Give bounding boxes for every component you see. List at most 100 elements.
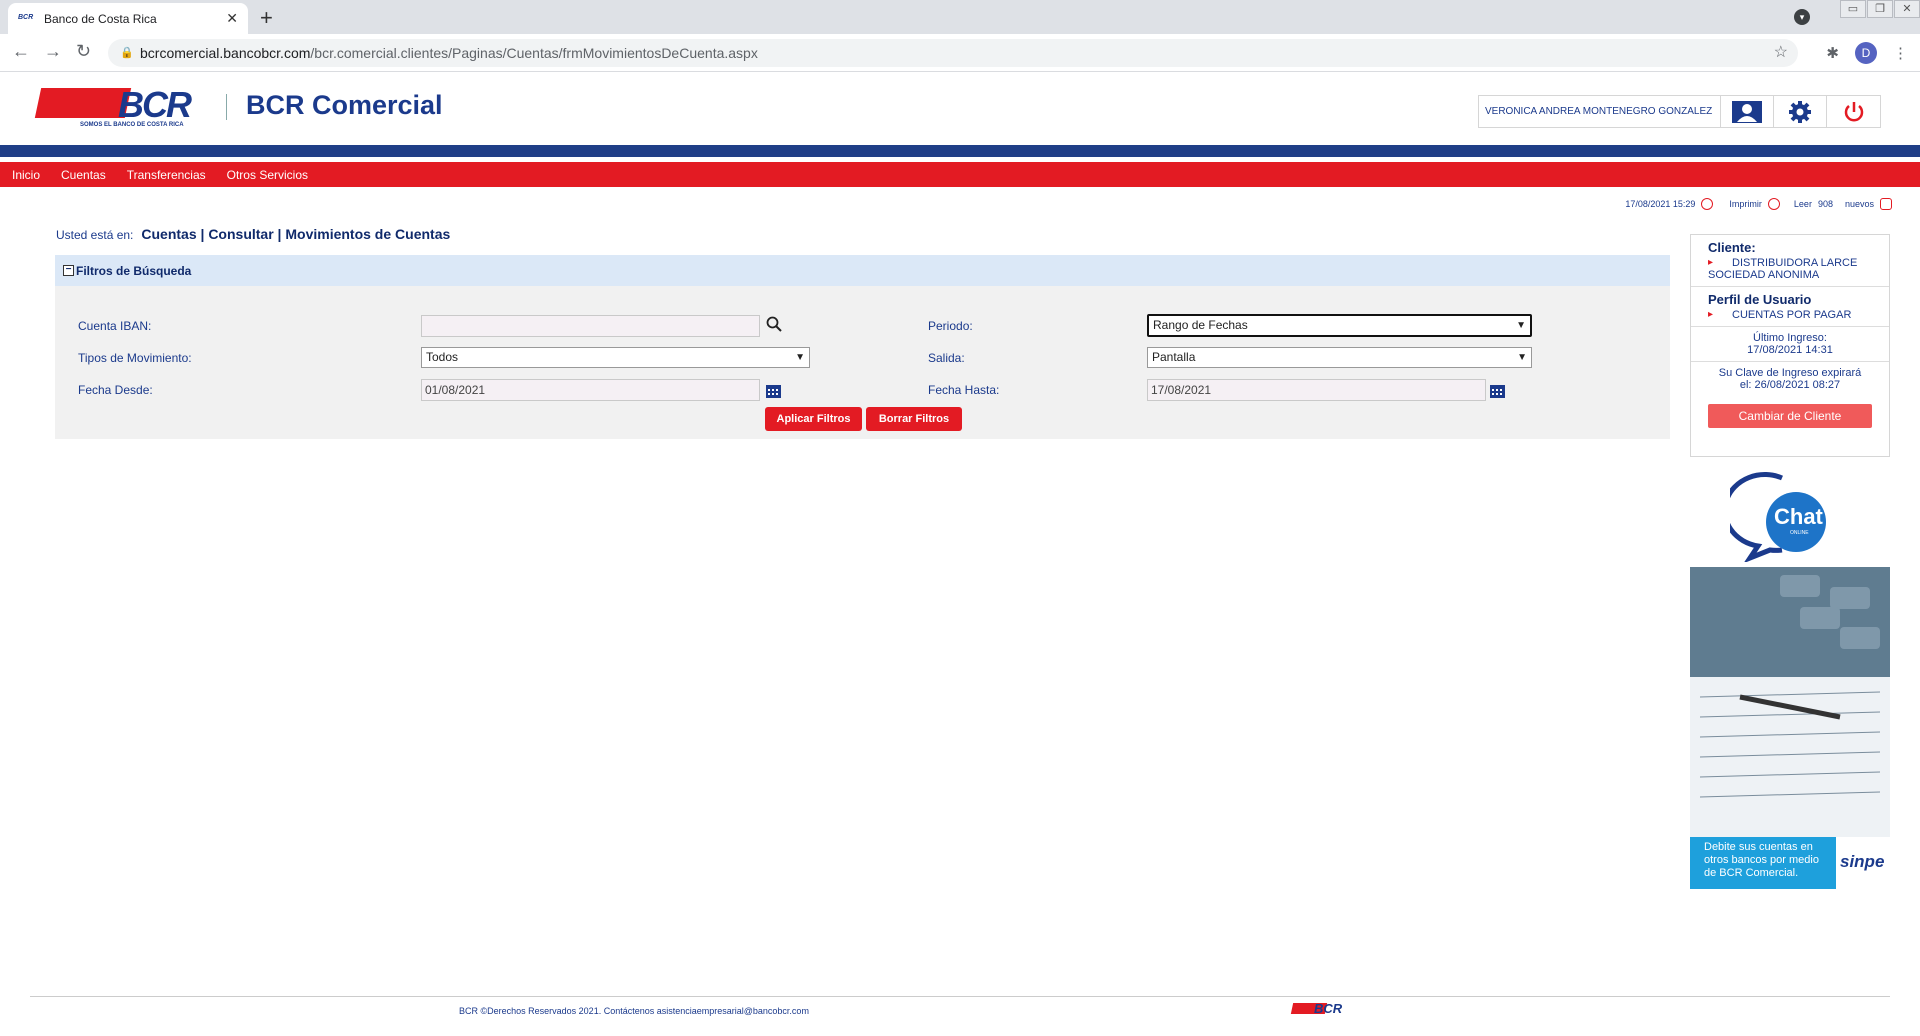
promo-image: [1690, 567, 1890, 837]
change-client-button[interactable]: Cambiar de Cliente: [1708, 404, 1872, 428]
favicon: BCR: [18, 13, 34, 21]
expire-value: el: 26/08/2021 08:27: [1739, 379, 1841, 391]
tipos-select[interactable]: Todos ▼: [421, 347, 810, 368]
iban-label: Cuenta IBAN:: [78, 319, 152, 333]
profile-value: CUENTAS POR PAGAR: [1708, 309, 1872, 321]
promo-banner[interactable]: Debite sus cuentas en otros bancos por m…: [1690, 567, 1890, 889]
main-menu: Inicio Cuentas Transferencias Otros Serv…: [0, 162, 1920, 187]
breadcrumb-path[interactable]: Cuentas | Consultar | Movimientos de Cue…: [141, 226, 450, 242]
promo-caption: Debite sus cuentas en otros bancos por m…: [1690, 837, 1890, 889]
read-link[interactable]: Leer: [1794, 199, 1812, 209]
bcr-logo[interactable]: BCR SOMOS EL BANCO DE COSTA RICA: [34, 84, 200, 130]
profile-section: Perfil de Usuario CUENTAS POR PAGAR: [1691, 287, 1889, 327]
close-window-icon[interactable]: ✕: [1894, 0, 1920, 18]
apply-filters-button[interactable]: Aplicar Filtros: [765, 407, 862, 431]
print-icon[interactable]: [1767, 198, 1780, 210]
gear-icon: [1789, 100, 1811, 123]
last-login-label: Último Ingreso:: [1753, 332, 1827, 344]
user-name: VERONICA ANDREA MONTENEGRO GONZALEZ: [1479, 96, 1721, 127]
promo-text-2: otros bancos por medio: [1704, 854, 1819, 866]
filters-title: Filtros de Búsqueda: [76, 263, 192, 278]
menu-kebab-icon[interactable]: ⋮: [1893, 44, 1908, 62]
calendar-icon[interactable]: [1490, 384, 1505, 398]
client-section: Cliente: DISTRIBUIDORA LARCE SOCIEDAD AN…: [1691, 235, 1889, 287]
menu-transferencias[interactable]: Transferencias: [127, 168, 206, 182]
settings-button[interactable]: [1774, 96, 1827, 127]
tab-search-icon[interactable]: ▾: [1794, 9, 1810, 25]
browser-tabstrip: BCR Banco de Costa Rica ✕ + ▾ ▭ ❐ ✕: [0, 0, 1920, 34]
hasta-input[interactable]: 17/08/2021: [1147, 379, 1486, 401]
extensions-icon[interactable]: ✱: [1826, 44, 1839, 62]
hasta-label: Fecha Hasta:: [928, 383, 1000, 397]
header-stripe-blue: [0, 145, 1920, 157]
collapse-icon[interactable]: −: [63, 265, 74, 276]
sinpe-logo: sinpe: [1840, 852, 1885, 871]
message-count: 908: [1817, 199, 1833, 209]
breadcrumb-prefix: Usted está en:: [56, 228, 134, 242]
footer-divider: [30, 996, 1890, 997]
chevron-down-icon: ▼: [795, 352, 805, 363]
address-bar[interactable]: 🔒 bcrcomercial.bancobcr.com/bcr.comercia…: [108, 39, 1798, 67]
mail-icon[interactable]: [1880, 198, 1892, 210]
breadcrumb: Usted está en: Cuentas | Consultar | Movi…: [56, 226, 450, 242]
forward-icon[interactable]: →: [44, 41, 62, 62]
client-sidebar: Cliente: DISTRIBUIDORA LARCE SOCIEDAD AN…: [1690, 234, 1890, 457]
desde-label: Fecha Desde:: [78, 383, 153, 397]
menu-otros-servicios[interactable]: Otros Servicios: [227, 168, 308, 182]
salida-label: Salida:: [928, 351, 965, 365]
filters-header[interactable]: − Filtros de Búsqueda: [55, 255, 1670, 286]
filters-panel: − Filtros de Búsqueda Cuenta IBAN: Tipos…: [55, 255, 1670, 439]
promo-text-1: Debite sus cuentas en: [1704, 841, 1813, 853]
logout-button[interactable]: [1827, 96, 1880, 127]
desde-input[interactable]: 01/08/2021: [421, 379, 760, 401]
browser-toolbar: ← → ↻ 🔒 bcrcomercial.bancobcr.com/bcr.co…: [0, 34, 1920, 72]
tipos-value: Todos: [426, 350, 459, 364]
app-title: BCR Comercial: [246, 90, 443, 120]
client-name-line1: DISTRIBUIDORA LARCE: [1708, 257, 1872, 269]
iban-input[interactable]: [421, 315, 760, 337]
expire-section: Su Clave de Ingreso expirará el: 26/08/2…: [1691, 362, 1889, 396]
logo-divider: [226, 94, 227, 120]
periodo-select[interactable]: Rango de Fechas ▼: [1147, 314, 1532, 337]
logo-mark: BCR: [118, 84, 192, 125]
footer-text: BCR ©Derechos Reservados 2021. Contácten…: [459, 1006, 809, 1016]
print-link[interactable]: Imprimir: [1729, 199, 1762, 209]
restore-icon[interactable]: ❐: [1867, 0, 1893, 18]
profile-heading: Perfil de Usuario: [1708, 292, 1812, 307]
menu-cuentas[interactable]: Cuentas: [61, 168, 106, 182]
client-name-line2: SOCIEDAD ANONIMA: [1708, 269, 1820, 281]
tipos-label: Tipos de Movimiento:: [78, 351, 192, 365]
salida-value: Pantalla: [1152, 350, 1196, 364]
menu-inicio[interactable]: Inicio: [12, 168, 40, 182]
chat-online-button[interactable]: Chat ONLINE: [1722, 472, 1834, 564]
url-host: bcrcomercial.bancobcr.com: [140, 45, 311, 61]
chevron-down-icon: ▼: [1517, 352, 1527, 363]
url-path: /bcr.comercial.clientes/Paginas/Cuentas/…: [310, 45, 758, 61]
window-controls: ▭ ❐ ✕: [1839, 0, 1920, 18]
footer-logo-mark: BCR: [1314, 1001, 1343, 1016]
search-icon[interactable]: [766, 316, 782, 332]
clear-filters-button[interactable]: Borrar Filtros: [866, 407, 962, 431]
promo-text-3: de BCR Comercial.: [1704, 867, 1799, 879]
profile-avatar[interactable]: D: [1855, 42, 1877, 64]
new-label: nuevos: [1844, 199, 1874, 209]
expire-label: Su Clave de Ingreso expirará: [1718, 367, 1862, 379]
salida-select[interactable]: Pantalla ▼: [1147, 347, 1532, 368]
last-login-section: Último Ingreso: 17/08/2021 14:31: [1691, 327, 1889, 362]
page: BCR SOMOS EL BANCO DE COSTA RICA BCR Com…: [0, 72, 1920, 1036]
bookmark-star-icon[interactable]: ☆: [1774, 39, 1788, 67]
user-profile-button[interactable]: [1721, 96, 1774, 127]
client-heading: Cliente:: [1708, 240, 1756, 255]
browser-tab[interactable]: BCR Banco de Costa Rica ✕: [8, 3, 248, 34]
last-login-value: 17/08/2021 14:31: [1747, 344, 1833, 356]
minimize-icon[interactable]: ▭: [1840, 0, 1866, 18]
chat-sublabel: ONLINE: [1790, 530, 1809, 536]
reload-icon[interactable]: ↻: [76, 41, 91, 62]
new-tab-button[interactable]: +: [260, 5, 273, 31]
close-icon[interactable]: ✕: [226, 10, 238, 27]
periodo-label: Periodo:: [928, 319, 973, 333]
chevron-down-icon: ▼: [1516, 320, 1526, 331]
calendar-icon[interactable]: [766, 384, 781, 398]
clock-icon: [1701, 198, 1714, 210]
back-icon[interactable]: ←: [12, 41, 30, 62]
